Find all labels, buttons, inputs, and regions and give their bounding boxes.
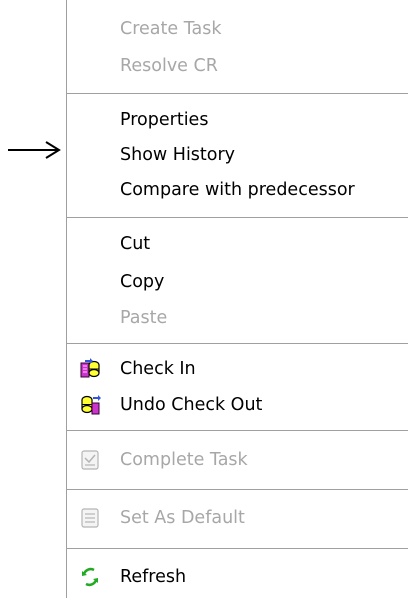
menu-item-show-history[interactable]: Show History bbox=[67, 139, 407, 171]
menu-item-set-as-default: Set As Default bbox=[67, 502, 407, 534]
right-arrow-icon bbox=[8, 141, 61, 159]
menu-separator bbox=[67, 489, 408, 490]
menu-item-properties[interactable]: Properties bbox=[67, 104, 407, 136]
refresh-icon bbox=[79, 566, 101, 588]
menu-item-check-in[interactable]: Check In bbox=[67, 353, 407, 385]
menu-item-compare-with-predecessor[interactable]: Compare with predecessor bbox=[67, 174, 407, 206]
menu-item-label: Compare with predecessor bbox=[120, 180, 355, 200]
menu-item-label: Undo Check Out bbox=[120, 395, 263, 415]
menu-separator bbox=[67, 217, 408, 218]
menu-separator bbox=[67, 548, 408, 549]
menu-separator bbox=[67, 430, 408, 431]
menu-item-label: Show History bbox=[120, 145, 236, 165]
menu-item-label: Properties bbox=[120, 110, 209, 130]
menu-separator bbox=[67, 93, 408, 94]
menu-item-cut[interactable]: Cut bbox=[67, 228, 407, 260]
screenshot-page: Create Task Resolve CR Properties Show H… bbox=[0, 0, 408, 598]
menu-item-label: Check In bbox=[120, 359, 196, 379]
check-in-icon bbox=[79, 358, 101, 380]
menu-item-label: Set As Default bbox=[120, 508, 245, 528]
context-menu: Create Task Resolve CR Properties Show H… bbox=[66, 0, 408, 598]
menu-item-label: Refresh bbox=[120, 567, 187, 587]
menu-item-label: Create Task bbox=[120, 19, 222, 39]
menu-item-label: Paste bbox=[120, 308, 168, 328]
menu-item-create-task: Create Task bbox=[67, 13, 407, 45]
menu-item-paste: Paste bbox=[67, 302, 407, 334]
menu-item-label: Cut bbox=[120, 234, 151, 254]
set-as-default-icon bbox=[79, 507, 101, 529]
menu-item-complete-task: Complete Task bbox=[67, 444, 407, 476]
menu-item-label: Copy bbox=[120, 272, 165, 292]
menu-item-resolve-cr: Resolve CR bbox=[67, 50, 407, 82]
undo-check-out-icon bbox=[79, 394, 101, 416]
menu-separator bbox=[67, 343, 408, 344]
complete-task-icon bbox=[79, 449, 101, 471]
menu-item-copy[interactable]: Copy bbox=[67, 266, 407, 298]
menu-item-label: Resolve CR bbox=[120, 56, 218, 76]
menu-item-label: Complete Task bbox=[120, 450, 248, 470]
menu-item-refresh[interactable]: Refresh bbox=[67, 561, 407, 593]
menu-item-undo-check-out[interactable]: Undo Check Out bbox=[67, 389, 407, 421]
